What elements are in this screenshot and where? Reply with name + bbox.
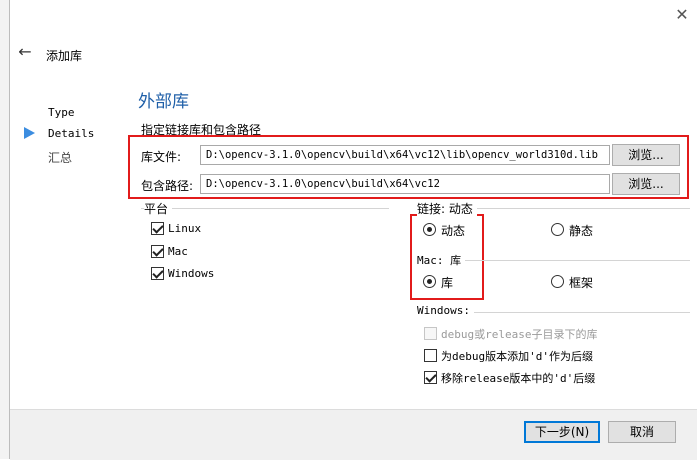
library-radio[interactable]	[423, 275, 436, 288]
platform-group-line	[141, 208, 389, 209]
static-radio[interactable]	[551, 223, 564, 236]
subdir-checkbox[interactable]	[424, 327, 437, 340]
mac-group-title: Mac: 库	[417, 252, 466, 268]
nav-item-summary: 汇总	[48, 151, 73, 165]
browse-include-button[interactable]: 浏览...	[612, 173, 680, 195]
nav-item-details: Details	[48, 127, 95, 140]
page-title: 外部库	[138, 92, 189, 112]
release-suffix-checkbox[interactable]	[424, 371, 437, 384]
cancel-button[interactable]: 取消	[608, 421, 676, 443]
static-label: 静态	[569, 224, 594, 238]
framework-radio[interactable]	[551, 275, 564, 288]
lib-file-label: 库文件:	[141, 150, 182, 164]
dynamic-radio[interactable]	[423, 223, 436, 236]
windows-label: Windows	[168, 267, 215, 280]
lib-file-input[interactable]: D:\opencv-3.1.0\opencv\build\x64\vc12\li…	[200, 145, 610, 165]
background-editor-strip	[0, 0, 9, 459]
debug-suffix-label: 为debug版本添加'd'作为后缀	[441, 350, 593, 363]
linux-checkbox[interactable]	[151, 222, 164, 235]
library-label: 库	[441, 276, 454, 290]
browse-lib-button[interactable]: 浏览...	[612, 144, 680, 166]
next-button[interactable]: 下一步(N)	[524, 421, 600, 443]
release-suffix-label: 移除release版本中的'd'后缀	[441, 372, 596, 385]
add-library-dialog: ✕ ← 添加库 Type Details 汇总 外部库 指定链接库和包含路径 库…	[9, 0, 697, 460]
include-path-label: 包含路径:	[141, 179, 194, 193]
debug-suffix-checkbox[interactable]	[424, 349, 437, 362]
wizard-title: 添加库	[46, 49, 83, 63]
nav-item-type: Type	[48, 106, 75, 119]
triangle-right-icon	[24, 127, 35, 139]
windows-group-title: Windows:	[417, 304, 474, 317]
subdir-label: debug或release子目录下的库	[441, 328, 598, 341]
dynamic-label: 动态	[441, 224, 466, 238]
dialog-footer: 下一步(N) 取消	[10, 409, 697, 460]
include-path-input[interactable]: D:\opencv-3.1.0\opencv\build\x64\vc12	[200, 174, 610, 194]
mac-checkbox[interactable]	[151, 245, 164, 258]
arrow-left-icon[interactable]: ←	[15, 42, 35, 62]
close-icon[interactable]: ✕	[671, 6, 693, 24]
linking-group-title: 链接: 动态	[417, 200, 477, 217]
platform-group-title: 平台	[144, 200, 173, 217]
windows-checkbox[interactable]	[151, 267, 164, 280]
mac-label: Mac	[168, 245, 188, 258]
framework-label: 框架	[569, 276, 594, 290]
linux-label: Linux	[168, 222, 202, 235]
